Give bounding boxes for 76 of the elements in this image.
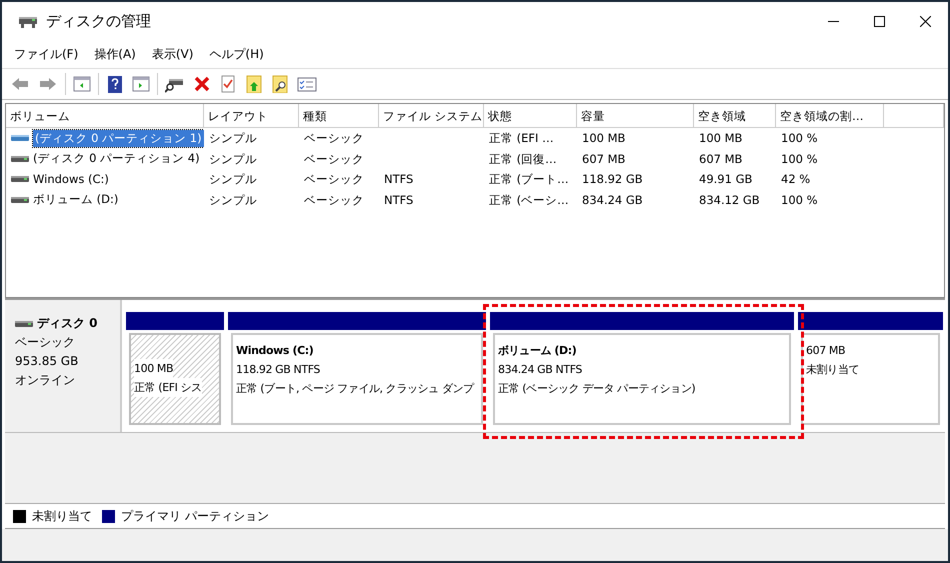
column-header[interactable]: 状態 bbox=[484, 104, 577, 128]
table-cell-text: 49.91 GB bbox=[698, 171, 754, 188]
partition-block[interactable]: ボリューム (D:) 834.24 GB NTFS 正常 (ベーシック データ パーティション) bbox=[493, 333, 791, 425]
table-cell-text: シンプル bbox=[208, 171, 258, 188]
menu-item[interactable]: ヘルプ(H) bbox=[201, 43, 272, 65]
table-cell-text: シンプル bbox=[208, 130, 258, 147]
column-header[interactable]: 種類 bbox=[299, 104, 379, 128]
table-cell-text: 834.12 GB bbox=[698, 192, 761, 208]
partition-status: 未割り当て bbox=[806, 362, 860, 378]
table-cell[interactable]: (ディスク 0 パーティション 1) bbox=[33, 130, 204, 147]
help-icon[interactable] bbox=[106, 75, 124, 93]
table-cell-text: 100 % bbox=[780, 192, 819, 208]
partition-size: 834.24 GB NTFS bbox=[498, 362, 582, 378]
table-cell[interactable]: (ディスク 0 パーティション 4) bbox=[33, 150, 200, 168]
partition-title: ボリューム (D:) bbox=[498, 343, 578, 359]
table-cell-text: 正常 (回復… bbox=[488, 150, 558, 168]
disk-size: 953.85 GB bbox=[15, 353, 80, 370]
list-check-icon[interactable] bbox=[297, 75, 317, 93]
table-cell-text: 100 MB bbox=[698, 130, 744, 147]
table-cell-text: ベーシック bbox=[303, 192, 365, 208]
partition-size: 118.92 GB NTFS bbox=[236, 362, 320, 378]
table-cell-text: 正常 (ベーシ… bbox=[488, 192, 570, 208]
partition-status: 正常 (ベーシック データ パーティション) bbox=[498, 381, 696, 397]
table-cell-text: 100 % bbox=[780, 150, 819, 168]
folder-search-icon[interactable] bbox=[271, 75, 289, 93]
minimize-icon bbox=[828, 20, 838, 22]
menu-item[interactable]: 操作(A) bbox=[86, 43, 144, 65]
partition-size: 607 MB bbox=[806, 343, 846, 359]
partition-block[interactable]: Windows (C:) 118.92 GB NTFS 正常 (ブート, ページ ファイル, クラッシュ ダンプ bbox=[231, 333, 483, 425]
column-header[interactable]: 容量 bbox=[577, 104, 694, 128]
forward-icon[interactable] bbox=[38, 75, 58, 93]
menu-item[interactable]: ファイル(F) bbox=[6, 43, 86, 65]
table-cell-text: ベーシック bbox=[303, 150, 365, 168]
table-cell-text: ベーシック bbox=[303, 171, 365, 188]
panel-left-icon[interactable] bbox=[73, 75, 91, 93]
table-cell-text: 42 % bbox=[780, 171, 812, 188]
table-cell[interactable]: Windows (C:) bbox=[33, 170, 109, 188]
disk-name: ディスク 0 bbox=[37, 315, 98, 332]
table-cell-text: NTFS bbox=[383, 171, 414, 188]
column-header[interactable]: ファイル システム bbox=[379, 104, 484, 128]
disk-status: オンライン bbox=[15, 372, 76, 389]
table-cell-text: 607 MB bbox=[698, 150, 744, 168]
table-cell-text: 正常 (ブート… bbox=[488, 171, 570, 188]
table-cell-text: 100 % bbox=[780, 130, 819, 147]
table-cell-text: 正常 (EFI … bbox=[488, 130, 555, 147]
folder-up-icon[interactable] bbox=[245, 75, 263, 93]
legend-label: プライマリ パーティション bbox=[121, 508, 269, 525]
table-cell-text: ベーシック bbox=[303, 130, 365, 147]
column-header[interactable]: 空き領域の割… bbox=[776, 104, 884, 128]
column-header[interactable]: ボリューム bbox=[6, 104, 204, 128]
table-cell-text: 100 MB bbox=[581, 130, 626, 147]
checklist-icon[interactable] bbox=[219, 75, 237, 93]
disk-type: ベーシック bbox=[15, 334, 76, 351]
partition-size: 100 MB bbox=[134, 359, 174, 378]
table-cell-text: シンプル bbox=[208, 192, 258, 208]
table-cell-text: 834.24 GB bbox=[581, 192, 644, 208]
table-cell-text: 118.92 GB bbox=[581, 171, 644, 188]
delete-icon[interactable] bbox=[193, 75, 211, 93]
window-title: ディスクの管理 bbox=[46, 10, 151, 32]
column-header[interactable]: 空き領域 bbox=[694, 104, 776, 128]
table-cell-text: NTFS bbox=[383, 192, 414, 208]
column-header[interactable]: レイアウト bbox=[204, 104, 299, 128]
legend-label: 未割り当て bbox=[32, 508, 92, 525]
partition-title: Windows (C:) bbox=[236, 343, 314, 359]
partition-block[interactable]: 607 MB 未割り当て bbox=[801, 333, 940, 425]
menu-item[interactable]: 表示(V) bbox=[144, 43, 202, 65]
partition-status: 正常 (EFI シス bbox=[134, 378, 202, 397]
table-cell-text: シンプル bbox=[208, 150, 258, 168]
partition-block[interactable]: 100 MB 正常 (EFI シス bbox=[129, 333, 221, 425]
maximize-icon bbox=[874, 16, 884, 26]
partition-status: 正常 (ブート, ページ ファイル, クラッシュ ダンプ bbox=[236, 381, 474, 397]
panel-right-icon[interactable] bbox=[132, 75, 150, 93]
back-icon[interactable] bbox=[10, 75, 30, 93]
table-cell[interactable]: ボリューム (D:) bbox=[33, 191, 118, 208]
table-cell-text: 607 MB bbox=[581, 150, 626, 168]
close-icon bbox=[920, 16, 930, 26]
